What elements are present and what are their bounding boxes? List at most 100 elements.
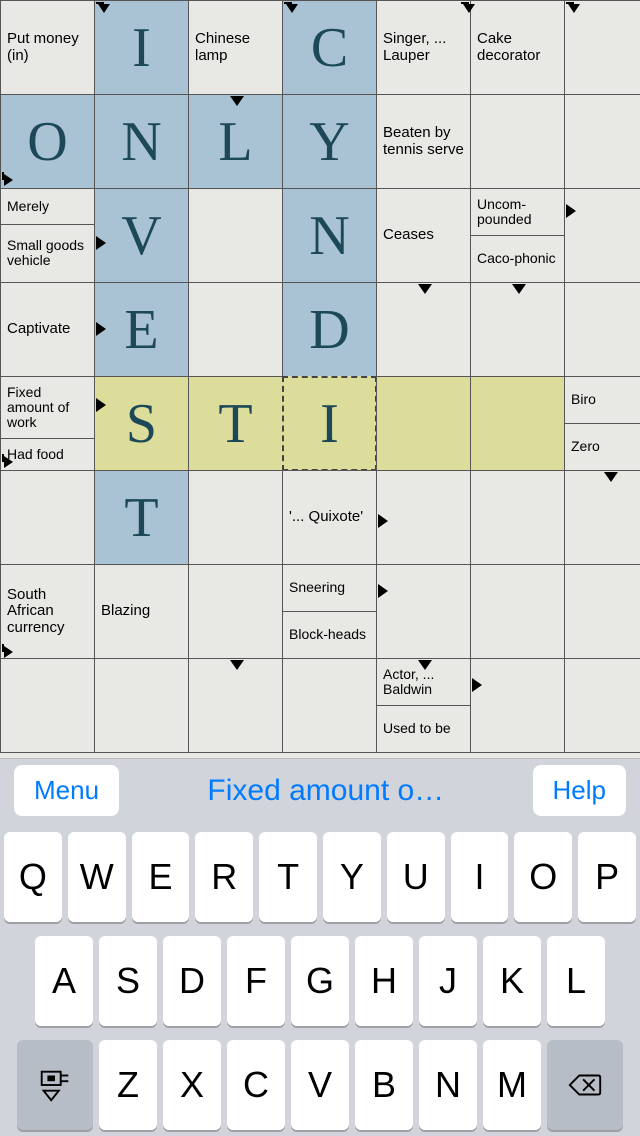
empty-cell[interactable] [564, 282, 640, 377]
empty-cell[interactable] [188, 188, 283, 283]
letter-cell[interactable] [470, 376, 565, 471]
key-x[interactable]: X [163, 1040, 221, 1130]
hide-keyboard-key[interactable] [17, 1040, 93, 1130]
arrow-icon [604, 472, 618, 482]
empty-cell[interactable] [470, 658, 565, 753]
letter: T [218, 392, 252, 456]
clue-cell: Merely Small goods vehicle [0, 188, 95, 283]
key-w[interactable]: W [68, 832, 126, 922]
clue-cell: Chinese lamp [188, 0, 283, 95]
arrow-icon [418, 660, 432, 670]
clue-cell: Cake decorator [470, 0, 565, 95]
letter-cell[interactable]: V [94, 188, 189, 283]
key-h[interactable]: H [355, 936, 413, 1026]
letter-cell[interactable]: E [94, 282, 189, 377]
letter: N [121, 110, 161, 174]
letter-cell[interactable]: T [94, 470, 189, 565]
key-r[interactable]: R [195, 832, 253, 922]
clue-cell: Actor, ... Baldwin Used to be [376, 658, 471, 753]
current-clue-display: Fixed amount o… [119, 774, 532, 808]
key-d[interactable]: D [163, 936, 221, 1026]
key-m[interactable]: M [483, 1040, 541, 1130]
arrow-icon [96, 398, 106, 412]
clue-text: Caco-phonic [471, 236, 564, 282]
key-c[interactable]: C [227, 1040, 285, 1130]
letter-cell[interactable]: S [94, 376, 189, 471]
letter-cell[interactable]: N [282, 188, 377, 283]
clue-cell: Blazing [94, 564, 189, 659]
key-l[interactable]: L [547, 936, 605, 1026]
letter-cell[interactable]: L [188, 94, 283, 189]
letter: C [311, 16, 348, 80]
clue-text: Zero [565, 424, 640, 470]
clue-text: Fixed amount of work [1, 377, 94, 439]
letter: O [27, 110, 67, 174]
key-v[interactable]: V [291, 1040, 349, 1130]
arrow-icon [461, 2, 475, 16]
empty-cell[interactable] [470, 282, 565, 377]
clue-cell: Uncom-pounded Caco-phonic [470, 188, 565, 283]
empty-cell[interactable] [188, 470, 283, 565]
arrow-icon [418, 284, 432, 294]
key-u[interactable]: U [387, 832, 445, 922]
key-b[interactable]: B [355, 1040, 413, 1130]
clue-text: Cake decorator [471, 1, 564, 94]
clue-text: Sneering [283, 565, 376, 612]
clue-text: Uncom-pounded [471, 189, 564, 236]
empty-cell[interactable] [564, 94, 640, 189]
key-q[interactable]: Q [4, 832, 62, 922]
empty-cell[interactable] [564, 564, 640, 659]
arrow-icon [566, 204, 576, 218]
empty-cell[interactable] [188, 282, 283, 377]
key-t[interactable]: T [259, 832, 317, 922]
key-f[interactable]: F [227, 936, 285, 1026]
cursor-cell[interactable]: I [282, 376, 377, 471]
empty-cell[interactable] [0, 658, 95, 753]
keyboard-row-3: Z X C V B N M [4, 1040, 636, 1130]
empty-cell[interactable] [376, 282, 471, 377]
key-o[interactable]: O [514, 832, 572, 922]
key-k[interactable]: K [483, 936, 541, 1026]
empty-cell[interactable] [376, 470, 471, 565]
arrow-icon [284, 2, 298, 16]
key-p[interactable]: P [578, 832, 636, 922]
empty-cell[interactable] [188, 658, 283, 753]
backspace-key[interactable] [547, 1040, 623, 1130]
clue-cell: Beaten by tennis serve [376, 94, 471, 189]
arrow-icon [2, 172, 16, 186]
arrow-icon [96, 322, 106, 336]
menu-button[interactable]: Menu [14, 765, 119, 816]
arrow-icon [2, 644, 16, 658]
letter-cell[interactable]: N [94, 94, 189, 189]
key-s[interactable]: S [99, 936, 157, 1026]
empty-cell[interactable] [564, 658, 640, 753]
arrow-icon [566, 2, 580, 16]
empty-cell[interactable] [282, 658, 377, 753]
help-button[interactable]: Help [533, 765, 626, 816]
key-y[interactable]: Y [323, 832, 381, 922]
arrow-icon [378, 584, 388, 598]
empty-cell[interactable] [470, 94, 565, 189]
clue-cell: Singer, ... Lauper [376, 0, 471, 95]
key-z[interactable]: Z [99, 1040, 157, 1130]
key-n[interactable]: N [419, 1040, 477, 1130]
letter-cell[interactable]: Y [282, 94, 377, 189]
empty-cell[interactable] [564, 470, 640, 565]
empty-cell[interactable] [470, 470, 565, 565]
key-e[interactable]: E [132, 832, 190, 922]
clue-text: Block-heads [283, 612, 376, 658]
key-i[interactable]: I [451, 832, 509, 922]
letter-cell[interactable]: T [188, 376, 283, 471]
empty-cell[interactable] [188, 564, 283, 659]
empty-cell[interactable] [0, 470, 95, 565]
empty-cell[interactable] [376, 564, 471, 659]
letter-cell[interactable]: D [282, 282, 377, 377]
key-j[interactable]: J [419, 936, 477, 1026]
empty-cell[interactable] [94, 658, 189, 753]
letter-cell[interactable] [376, 376, 471, 471]
key-g[interactable]: G [291, 936, 349, 1026]
empty-cell[interactable] [564, 188, 640, 283]
key-a[interactable]: A [35, 936, 93, 1026]
empty-cell[interactable] [470, 564, 565, 659]
clue-cell: Ceases [376, 188, 471, 283]
